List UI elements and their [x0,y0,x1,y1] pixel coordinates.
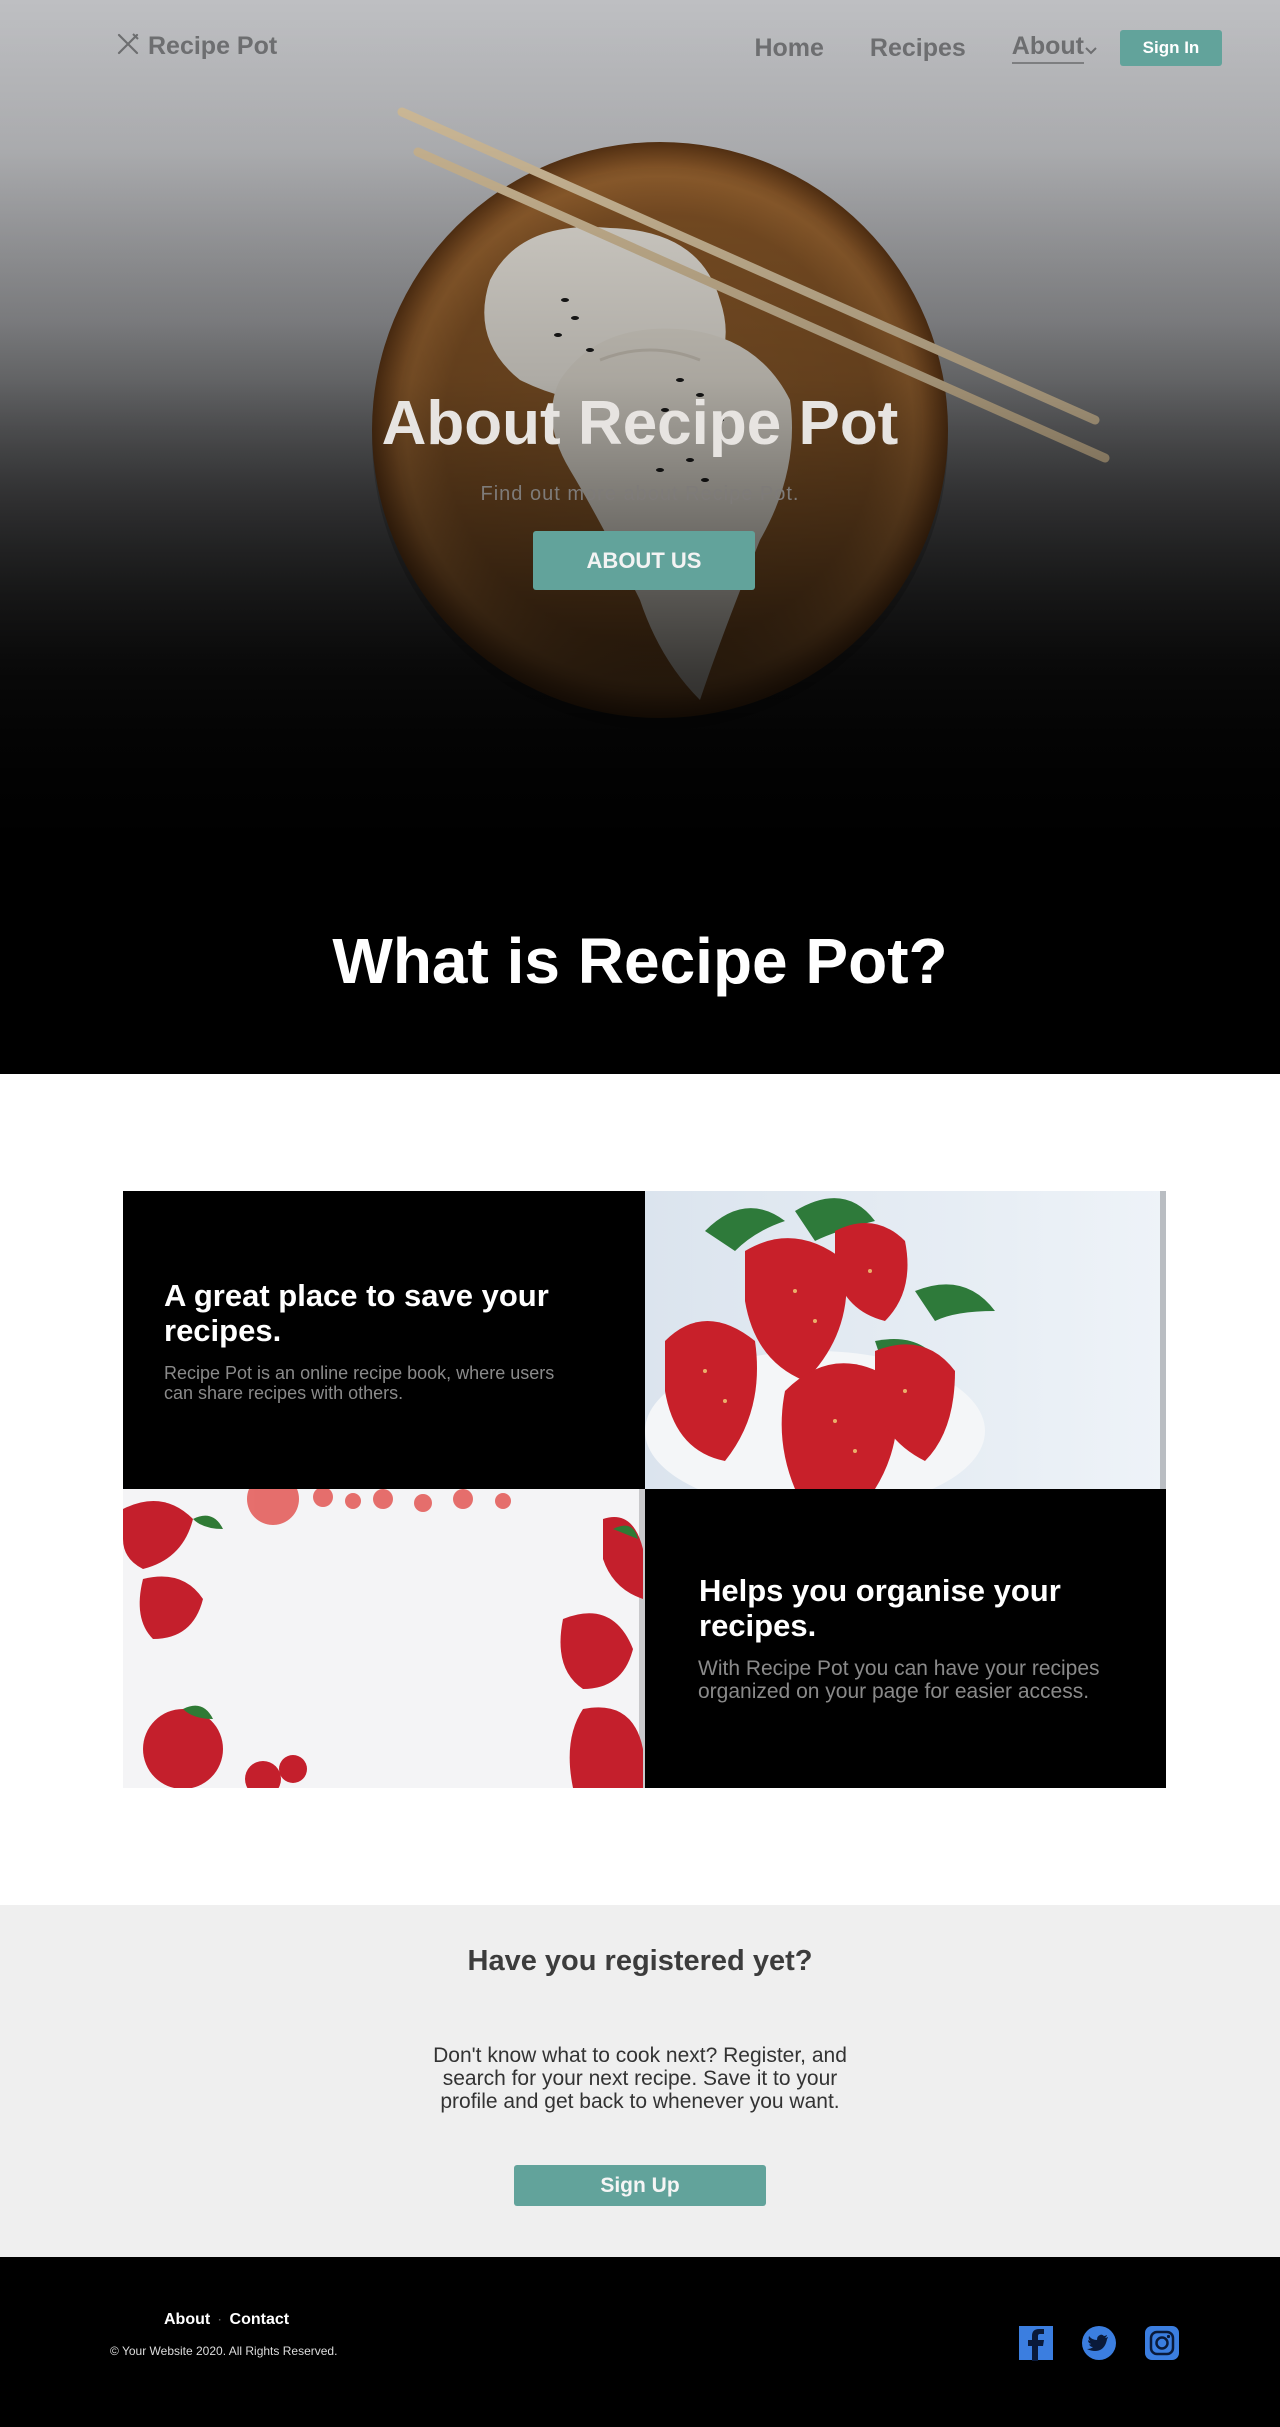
copyright-text: © Your Website 2020. All Rights Reserved… [110,2344,338,2358]
about-us-button[interactable]: ABOUT US [533,531,755,590]
hero-subtitle: Find out more about Recipe Pot. [480,483,800,505]
nav-link-home[interactable]: Home [754,34,823,63]
what-is-section: What is Recipe Pot? [0,843,1280,1074]
twitter-icon[interactable] [1081,2325,1117,2361]
facebook-icon[interactable] [1018,2325,1054,2361]
footer-link-contact[interactable]: Contact [230,2311,290,2329]
footer-links: About · Contact [164,2311,289,2329]
feature-title: A great place to save your recipes. [164,1278,549,1348]
feature-card-save: A great place to save your recipes. Reci… [123,1191,645,1489]
utensils-icon [116,32,140,61]
register-title: Have you registered yet? [467,1945,813,1977]
feature-title: Helps you organise your recipes. [699,1573,1061,1643]
footer: About · Contact © Your Website 2020. All… [0,2257,1280,2427]
nav-link-recipes[interactable]: Recipes [870,34,966,63]
hero-title: About Recipe Pot [381,389,899,458]
top-navbar: Recipe Pot Home Recipes About Sign In [0,0,1280,96]
social-links [1018,2325,1180,2361]
nav-about-label: About [1011,32,1084,64]
hero-section: Recipe Pot Home Recipes About Sign In Ab… [0,0,1280,843]
footer-link-about[interactable]: About [164,2311,210,2329]
sign-in-button[interactable]: Sign In [1120,30,1222,66]
register-text: Don't know what to cook next? Register, … [433,2044,847,2113]
features-section: A great place to save your recipes. Reci… [0,1074,1280,1905]
feature-text-clip: With Recipe Pot you can have your recipe… [698,1657,1118,1705]
feature-card-organise: Helps you organise your recipes. With Re… [645,1489,1166,1788]
register-section: Have you registered yet? Don't know what… [0,1905,1280,2257]
instagram-icon[interactable] [1144,2325,1180,2361]
brand-logo[interactable]: Recipe Pot [116,32,277,61]
strawberries-image [645,1191,1166,1489]
chevron-down-icon [1084,34,1098,63]
nav-links: Home Recipes About Sign In [754,30,1222,66]
nav-dropdown-about[interactable]: About [1011,32,1098,64]
red-produce-image [123,1489,645,1788]
sign-up-button[interactable]: Sign Up [514,2165,766,2206]
brand-name: Recipe Pot [148,32,278,60]
feature-text: With Recipe Pot you can have your recipe… [698,1657,1100,1703]
what-is-heading: What is Recipe Pot? [332,925,948,997]
footer-separator: · [218,2314,222,2326]
feature-text: Recipe Pot is an online recipe book, whe… [164,1363,555,1403]
features-grid: A great place to save your recipes. Reci… [123,1191,1166,1788]
